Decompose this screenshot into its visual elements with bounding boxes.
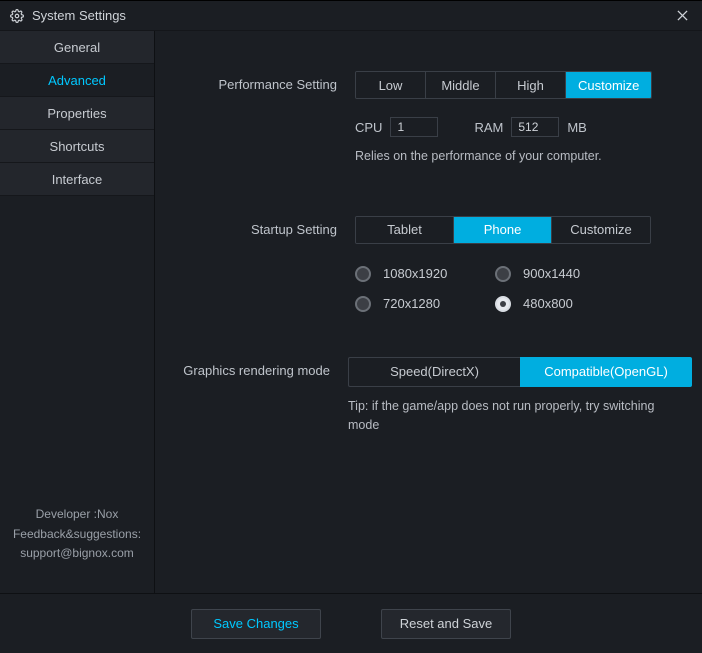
radio-dot-icon bbox=[495, 296, 511, 312]
titlebar: System Settings bbox=[0, 1, 702, 31]
support-email: support@bignox.com bbox=[8, 544, 146, 563]
res-option-label: 900x1440 bbox=[523, 266, 580, 281]
res-option-label: 480x800 bbox=[523, 296, 573, 311]
startup-segment: Tablet Phone Customize bbox=[355, 216, 651, 244]
res-option-label: 720x1280 bbox=[383, 296, 440, 311]
render-speed-button[interactable]: Speed(DirectX) bbox=[348, 357, 520, 387]
sidebar: General Advanced Properties Shortcuts In… bbox=[0, 31, 155, 593]
close-button[interactable] bbox=[672, 6, 692, 26]
perf-middle-button[interactable]: Middle bbox=[426, 72, 496, 98]
sidebar-tab-interface[interactable]: Interface bbox=[0, 163, 154, 196]
cpu-ram-row: CPU RAM MB bbox=[355, 117, 692, 137]
rendering-hint: Tip: if the game/app does not run proper… bbox=[348, 397, 678, 435]
perf-low-button[interactable]: Low bbox=[356, 72, 426, 98]
performance-label: Performance Setting bbox=[165, 71, 355, 92]
settings-window: System Settings General Advanced Propert… bbox=[0, 0, 702, 653]
startup-phone-button[interactable]: Phone bbox=[454, 217, 552, 243]
feedback-label: Feedback&suggestions: bbox=[8, 525, 146, 544]
res-1080x1920-radio[interactable]: 1080x1920 bbox=[355, 266, 495, 282]
rendering-segment: Speed(DirectX) Compatible(OpenGL) bbox=[348, 357, 692, 387]
startup-label: Startup Setting bbox=[165, 216, 355, 237]
footer: Save Changes Reset and Save bbox=[0, 593, 702, 653]
startup-customize-button[interactable]: Customize bbox=[552, 217, 650, 243]
res-option-label: 1080x1920 bbox=[383, 266, 447, 281]
sidebar-tab-advanced[interactable]: Advanced bbox=[0, 64, 154, 97]
performance-segment: Low Middle High Customize bbox=[355, 71, 652, 99]
sidebar-info: Developer :Nox Feedback&suggestions: sup… bbox=[0, 505, 154, 593]
radio-dot-icon bbox=[355, 266, 371, 282]
perf-customize-button[interactable]: Customize bbox=[566, 72, 651, 98]
window-title: System Settings bbox=[32, 8, 672, 23]
gear-icon bbox=[10, 9, 24, 23]
res-720x1280-radio[interactable]: 720x1280 bbox=[355, 296, 495, 312]
sidebar-tab-shortcuts[interactable]: Shortcuts bbox=[0, 130, 154, 163]
perf-high-button[interactable]: High bbox=[496, 72, 566, 98]
sidebar-tab-general[interactable]: General bbox=[0, 31, 154, 64]
cpu-input[interactable] bbox=[390, 117, 438, 137]
performance-hint: Relies on the performance of your comput… bbox=[355, 147, 685, 166]
sidebar-tabs: General Advanced Properties Shortcuts In… bbox=[0, 31, 154, 196]
rendering-section: Graphics rendering mode Speed(DirectX) C… bbox=[165, 357, 692, 435]
radio-dot-icon bbox=[355, 296, 371, 312]
ram-unit: MB bbox=[567, 120, 587, 135]
render-compatible-button[interactable]: Compatible(OpenGL) bbox=[520, 357, 692, 387]
cpu-label: CPU bbox=[355, 120, 382, 135]
resolution-radios: 1080x1920 900x1440 720x1280 480x800 bbox=[355, 266, 692, 312]
radio-dot-icon bbox=[495, 266, 511, 282]
startup-section: Startup Setting Tablet Phone Customize 1… bbox=[165, 216, 692, 312]
rendering-label: Graphics rendering mode bbox=[165, 357, 348, 378]
res-900x1440-radio[interactable]: 900x1440 bbox=[495, 266, 635, 282]
startup-tablet-button[interactable]: Tablet bbox=[356, 217, 454, 243]
sidebar-tab-properties[interactable]: Properties bbox=[0, 97, 154, 130]
save-button[interactable]: Save Changes bbox=[191, 609, 321, 639]
ram-label: RAM bbox=[474, 120, 503, 135]
developer-label: Developer :Nox bbox=[8, 505, 146, 524]
content-pane: Performance Setting Low Middle High Cust… bbox=[155, 31, 702, 593]
reset-button[interactable]: Reset and Save bbox=[381, 609, 511, 639]
ram-input[interactable] bbox=[511, 117, 559, 137]
performance-section: Performance Setting Low Middle High Cust… bbox=[165, 71, 692, 166]
res-480x800-radio[interactable]: 480x800 bbox=[495, 296, 635, 312]
main-area: General Advanced Properties Shortcuts In… bbox=[0, 31, 702, 593]
